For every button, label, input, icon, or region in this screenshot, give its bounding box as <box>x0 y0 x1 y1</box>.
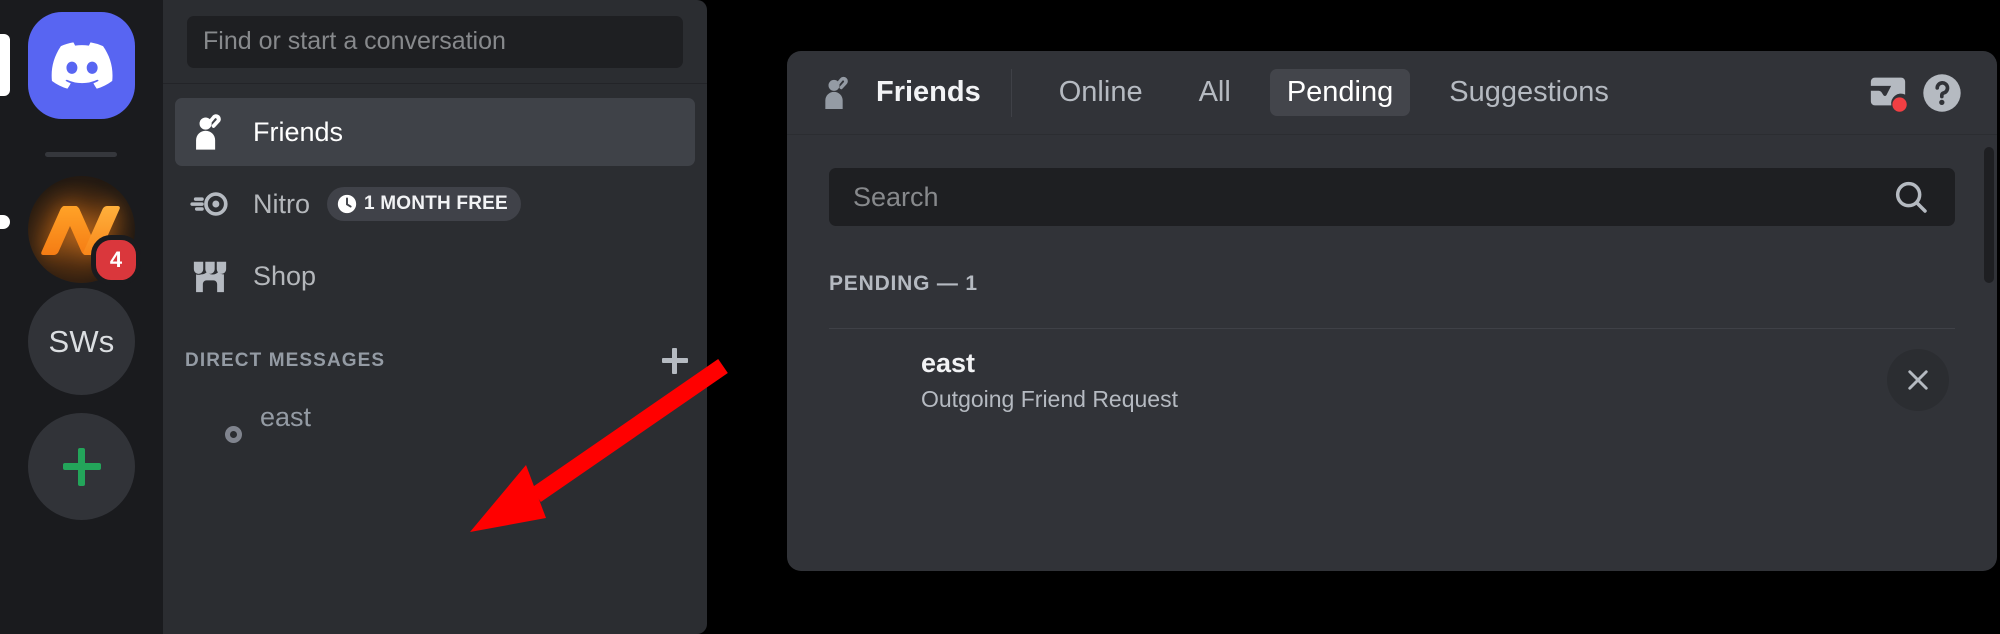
sidebar-item-nitro-label: Nitro <box>253 188 311 219</box>
avatar <box>188 392 245 447</box>
friend-request-status: Outgoing Friend Request <box>921 386 1178 413</box>
friends-panel-window: Friends Online All Pending Suggestions S… <box>787 51 1997 571</box>
shop-icon <box>188 254 232 298</box>
status-badge-offline <box>221 422 245 447</box>
direct-messages-east-label: east <box>260 402 312 432</box>
direct-messages-title: DIRECT MESSAGES <box>185 350 386 371</box>
server-icon-2-initials: SWs <box>48 323 115 359</box>
find-conversation-input[interactable]: Find or start a conversation <box>187 15 683 68</box>
server-rail: 4 SWs <box>0 0 163 634</box>
nitro-promo-badge: 1 MONTH FREE <box>327 187 521 221</box>
nitro-promo-badge-label: 1 MONTH FREE <box>364 193 508 214</box>
server-unread-pill <box>0 215 10 229</box>
page-title: Friends <box>876 76 981 108</box>
direct-messages-east-entry[interactable]: east <box>175 384 695 451</box>
server-unread-badge: 4 <box>91 235 141 285</box>
friend-row-texts: east Outgoing Friend Request <box>921 348 1887 412</box>
search-input[interactable]: Search <box>829 168 1955 226</box>
sidebar-item-nitro[interactable]: Nitro 1 MONTH FREE <box>175 170 695 238</box>
help-circle-icon[interactable] <box>1915 66 1969 120</box>
sidebar-item-friends-label: Friends <box>253 116 344 147</box>
dm-search-row: Find or start a conversation <box>163 0 707 84</box>
tab-suggestions[interactable]: Suggestions <box>1432 69 1626 116</box>
discord-home-button[interactable] <box>28 12 135 119</box>
server-icon-1[interactable]: 4 <box>28 176 141 285</box>
friends-wave-icon <box>817 72 859 114</box>
discord-left-window: 4 SWs Find or start a conversation Frien… <box>0 0 707 634</box>
plus-icon <box>62 447 101 486</box>
tab-online[interactable]: Online <box>1042 69 1160 116</box>
create-dm-plus-icon[interactable] <box>662 348 688 374</box>
add-server-button[interactable] <box>28 413 135 520</box>
tab-all[interactable]: All <box>1182 69 1248 116</box>
sidebar-item-friends[interactable]: Friends <box>175 98 695 166</box>
tab-pending[interactable]: Pending <box>1269 69 1411 116</box>
dm-sidebar: Find or start a conversation Friends Nit… <box>163 0 707 634</box>
direct-messages-header[interactable]: DIRECT MESSAGES <box>163 314 707 384</box>
pending-section-label: PENDING — 1 <box>829 272 978 295</box>
search-placeholder: Search <box>853 181 939 212</box>
friends-header: Friends Online All Pending Suggestions <box>787 51 1997 135</box>
home-selected-pill <box>0 34 10 96</box>
search-icon <box>1891 177 1931 217</box>
header-divider <box>1010 68 1012 117</box>
sidebar-nav-list: Friends Nitro 1 MONTH FREE Shop <box>163 84 707 310</box>
inbox-icon[interactable] <box>1861 66 1915 120</box>
table-row[interactable]: east Outgoing Friend Request <box>829 329 1955 431</box>
find-conversation-placeholder: Find or start a conversation <box>203 27 506 55</box>
clock-icon <box>337 194 357 214</box>
server-rail-divider <box>45 152 117 157</box>
friends-search-row: Search <box>829 135 1955 226</box>
sidebar-item-shop-label: Shop <box>253 260 317 291</box>
nitro-icon <box>188 182 232 226</box>
friend-name: east <box>921 348 976 378</box>
sidebar-item-shop[interactable]: Shop <box>175 242 695 310</box>
server-icon-2[interactable]: SWs <box>28 288 135 395</box>
close-icon <box>1903 365 1933 395</box>
bronze-skull-avatar <box>837 350 897 410</box>
friends-body: Search PENDING — 1 east Outgoing Friend … <box>787 135 1997 431</box>
cancel-friend-request-button[interactable] <box>1887 349 1949 412</box>
friends-wave-icon <box>188 110 232 154</box>
scrollbar[interactable] <box>1984 147 1994 283</box>
discord-logo-icon <box>51 42 113 89</box>
